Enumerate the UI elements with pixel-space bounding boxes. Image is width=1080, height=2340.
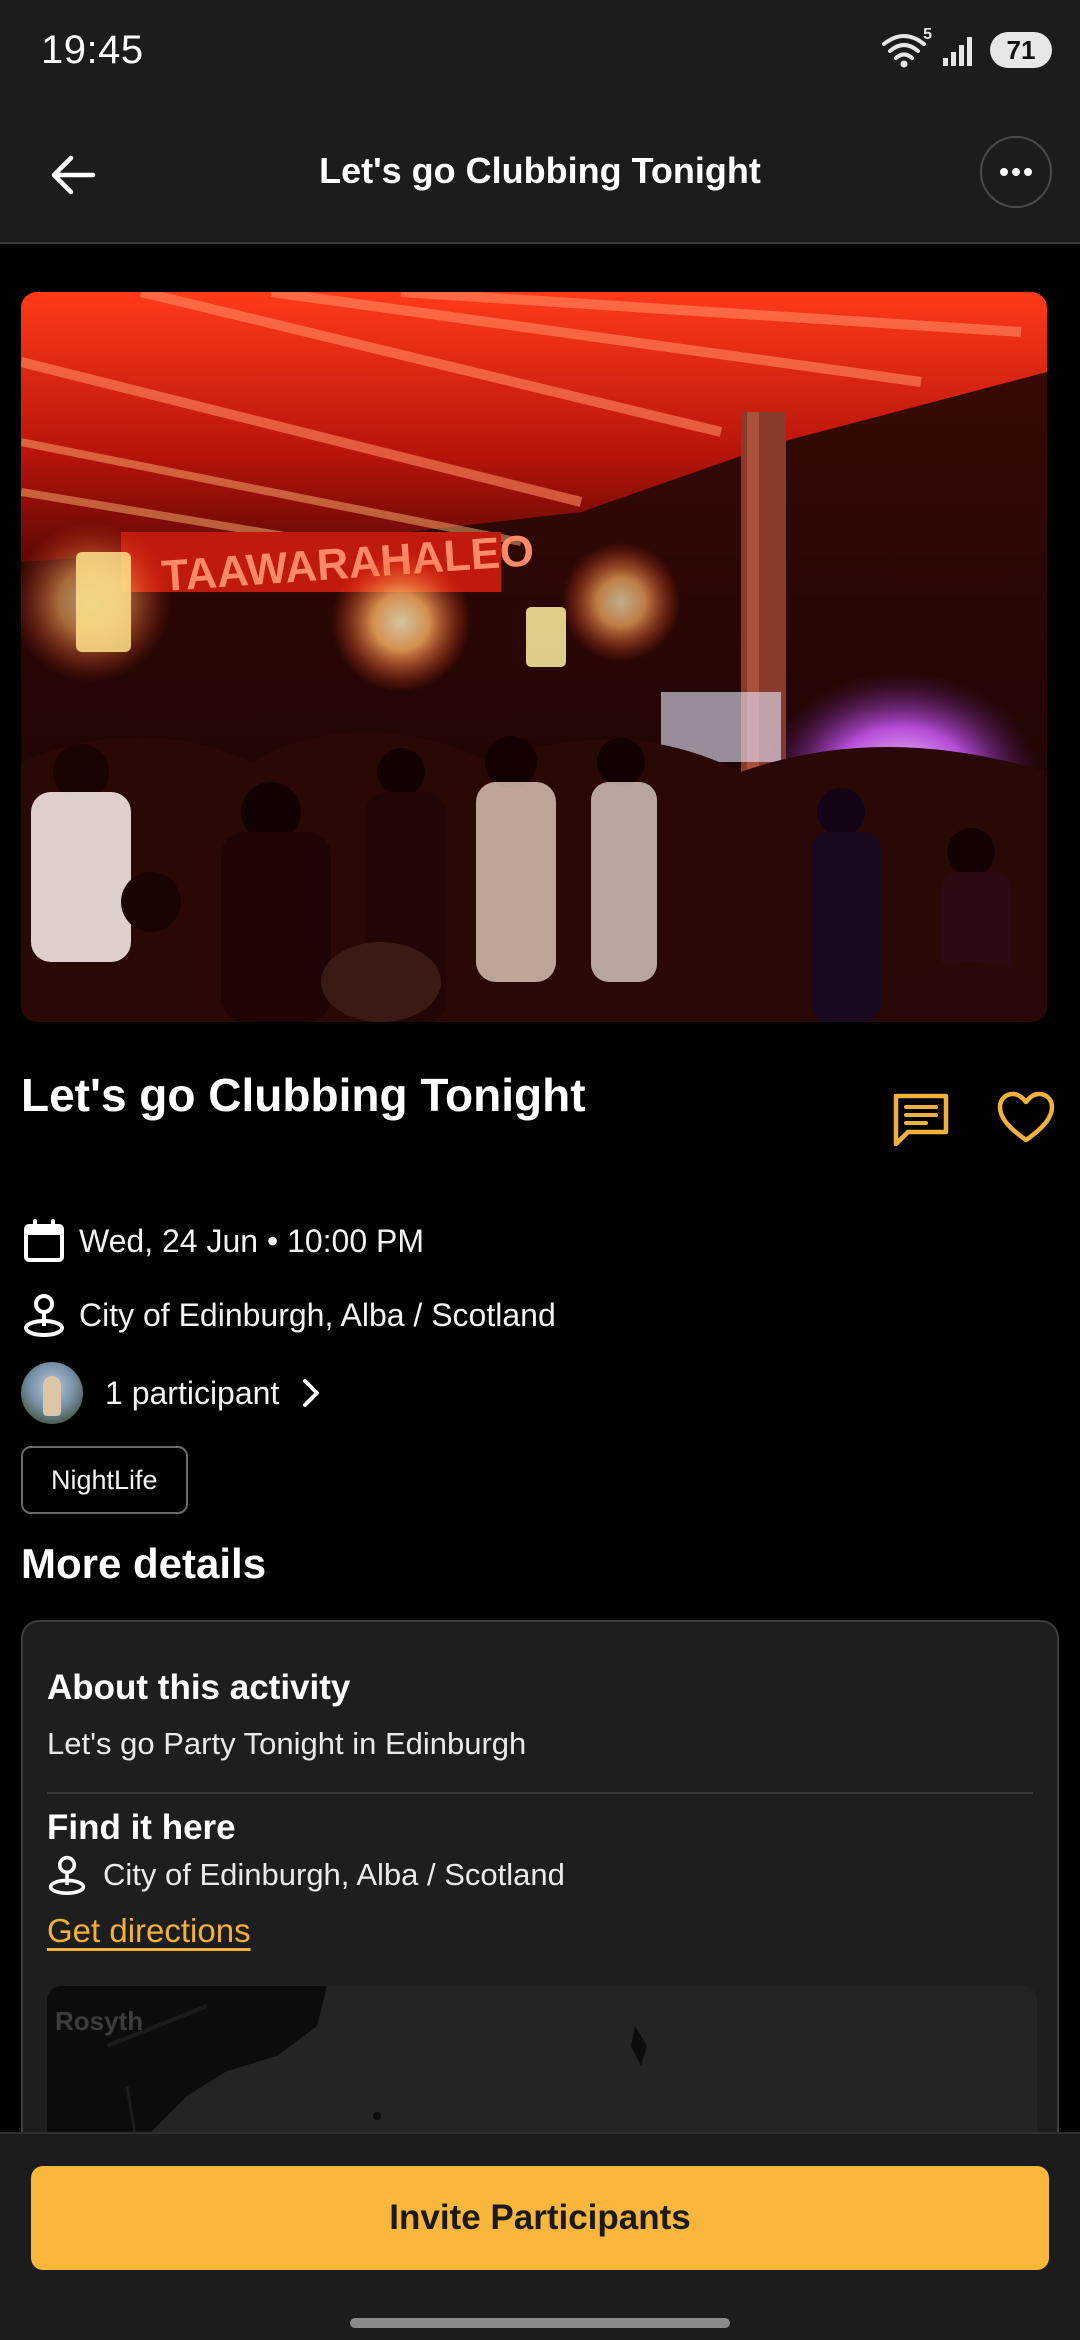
- map-label: Rosyth: [55, 2006, 144, 2036]
- get-directions-link[interactable]: Get directions: [47, 1912, 251, 1950]
- calendar-icon: [21, 1218, 67, 1264]
- find-location-text: City of Edinburgh, Alba / Scotland: [103, 1857, 565, 1892]
- event-cover-image: TAAWARAHALEO: [21, 292, 1047, 1022]
- status-time: 19:45: [41, 28, 144, 72]
- event-location-row[interactable]: City of Edinburgh, Alba / Scotland: [21, 1292, 556, 1338]
- event-date-row: Wed, 24 Jun • 10:00 PM: [21, 1218, 424, 1264]
- chat-button[interactable]: [890, 1090, 956, 1152]
- network-badge: 5: [923, 26, 932, 43]
- avatar: [21, 1362, 83, 1424]
- about-heading: About this activity: [47, 1668, 351, 1707]
- home-indicator[interactable]: [350, 2318, 730, 2328]
- chevron-right-icon: [303, 1379, 320, 1407]
- top-app-bar: Let's go Clubbing Tonight: [0, 104, 1080, 244]
- more-options-button[interactable]: [980, 136, 1052, 208]
- more-details-heading: More details: [21, 1540, 267, 1587]
- status-icons: 5 71: [880, 26, 1052, 72]
- find-location-row: City of Edinburgh, Alba / Scotland: [47, 1854, 565, 1896]
- wifi-icon: 5: [880, 26, 932, 70]
- invite-participants-button[interactable]: Invite Participants: [31, 2166, 1049, 2270]
- battery-icon: 71: [990, 32, 1052, 68]
- find-heading: Find it here: [47, 1808, 236, 1847]
- more-horizontal-icon: [1000, 168, 1032, 176]
- page-title: Let's go Clubbing Tonight: [319, 150, 761, 191]
- location-pin-icon: [21, 1292, 67, 1338]
- category-tag[interactable]: NightLife: [21, 1446, 188, 1514]
- heart-icon: [997, 1091, 1055, 1143]
- event-date: Wed, 24 Jun • 10:00 PM: [79, 1222, 425, 1259]
- status-bar: 19:45 5 71: [0, 0, 1080, 104]
- signal-icon: [942, 32, 976, 68]
- event-title: Let's go Clubbing Tonight: [21, 1069, 586, 1121]
- bottom-action-bar: Invite Participants: [0, 2132, 1080, 2340]
- location-pin-icon: [47, 1854, 87, 1896]
- about-text: Let's go Party Tonight in Edinburgh: [47, 1726, 527, 1761]
- participants-count: 1 participant: [105, 1374, 280, 1411]
- divider: [47, 1792, 1033, 1794]
- screen: 19:45 5 71 Let's go Clubbing Tonight TAA…: [0, 0, 1080, 2340]
- back-button[interactable]: [38, 140, 108, 210]
- favorite-button[interactable]: [996, 1090, 1058, 1152]
- participants-row[interactable]: 1 participant: [21, 1362, 325, 1424]
- message-square-icon: [893, 1093, 949, 1147]
- event-location: City of Edinburgh, Alba / Scotland: [79, 1296, 556, 1333]
- arrow-left-icon: [51, 155, 96, 195]
